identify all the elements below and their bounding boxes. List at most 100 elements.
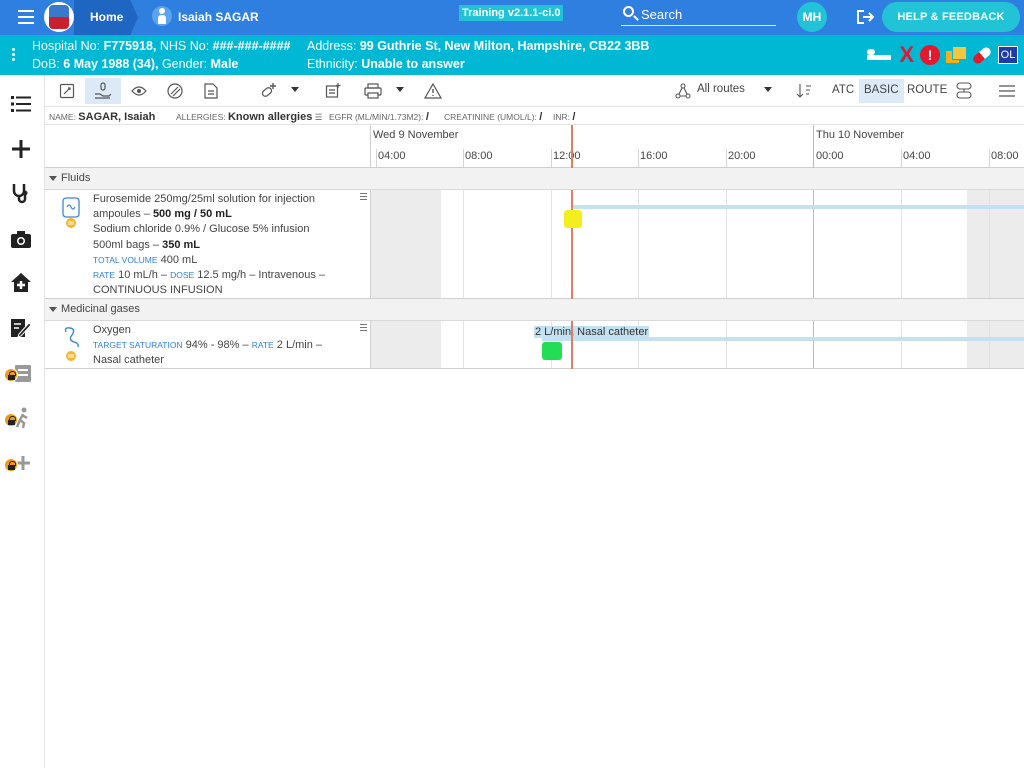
administer-toolbar-button[interactable] — [85, 78, 121, 104]
info-name: NAME: SAGAR, Isaiah — [49, 111, 156, 123]
pill-slash-icon — [167, 83, 183, 99]
row-menu-icon[interactable] — [360, 193, 367, 202]
documents-icon[interactable] — [946, 45, 967, 65]
edit-document-icon[interactable] — [9, 316, 33, 340]
routes-icon — [675, 83, 691, 99]
view-toolbar-button[interactable] — [121, 78, 157, 104]
locked-clipboard-item[interactable] — [4, 361, 33, 385]
print-button[interactable] — [355, 78, 391, 104]
hand-medication-icon — [95, 82, 112, 99]
lock-icon — [4, 413, 18, 427]
info-egfr: EGFR (ML/MIN/1.73M2): / — [329, 111, 429, 123]
current-time-line — [571, 190, 573, 299]
app-logo — [44, 2, 74, 32]
hour-label: 08:00 — [465, 150, 493, 162]
exclamation-alert-icon[interactable]: ! — [920, 45, 940, 65]
user-avatar[interactable]: MH — [797, 2, 827, 32]
atc-view-toggle[interactable]: ATC — [827, 79, 859, 103]
hour-label: 00:00 — [816, 150, 844, 162]
current-time-line — [571, 125, 573, 168]
menu-icon[interactable] — [999, 85, 1015, 97]
day-label-2: Thu 10 November — [816, 129, 905, 141]
collapse-icon — [49, 307, 57, 312]
lock-icon — [4, 368, 18, 382]
main-menu-icon[interactable] — [18, 10, 34, 24]
camera-icon[interactable] — [9, 227, 33, 251]
version-badge: Training v2.1.1-ci.0 — [459, 5, 564, 21]
locked-walk-item[interactable] — [4, 406, 33, 430]
hour-label: 04:00 — [903, 150, 931, 162]
medication-details: Furosemide 250mg/25ml solution for injec… — [93, 193, 326, 297]
patient-info-strip: NAME: SAGAR, Isaiah ALLERGIES: Known all… — [45, 107, 1024, 125]
section-fluids[interactable]: Fluids — [45, 168, 1024, 190]
pill-toolbar-button[interactable] — [157, 78, 193, 104]
hour-label: 20:00 — [728, 150, 756, 162]
chart-toolbar: All routes ATC BASIC ROUTE — [45, 75, 1024, 107]
home-label: Home — [90, 10, 124, 24]
stethoscope-icon[interactable] — [9, 181, 33, 205]
medication-row-oxygen[interactable]: Oxygen TARGET SATURATION 94% - 98% – RAT… — [45, 321, 1024, 369]
nasal-cannula-icon — [64, 327, 79, 361]
collapse-icon — [49, 176, 57, 181]
breadcrumb-home[interactable]: Home — [74, 0, 138, 35]
list-icon[interactable] — [9, 92, 33, 116]
medication-row-furosemide[interactable]: Furosemide 250mg/25ml solution for injec… — [45, 190, 1024, 299]
printer-icon — [364, 83, 382, 99]
section-medicinal-gases[interactable]: Medicinal gases — [45, 299, 1024, 321]
locked-add-item[interactable] — [4, 451, 33, 475]
search-icon — [623, 6, 634, 17]
add-pill-icon — [261, 83, 276, 97]
medication-info: Oxygen TARGET SATURATION 94% - 98% – RAT… — [45, 321, 371, 368]
breadcrumb-patient[interactable]: Isaiah SAGAR — [178, 10, 259, 24]
warnings-button[interactable] — [415, 78, 451, 104]
infusion-bag-icon — [62, 197, 80, 228]
oxygen-bar-label: 2 L/min, Nasal catheter — [534, 326, 650, 338]
add-medication-dropdown-icon[interactable] — [291, 87, 299, 92]
warning-icon — [424, 83, 442, 99]
pill-icon[interactable] — [971, 45, 993, 65]
patient-ethnicity: Ethnicity: Unable to answer — [307, 57, 465, 71]
hospital-number: Hospital No: F775918, NHS No: ###-###-##… — [32, 39, 291, 53]
routes-dropdown-icon[interactable] — [764, 87, 772, 92]
print-dropdown-icon[interactable] — [396, 87, 404, 92]
row-menu-icon[interactable] — [360, 324, 367, 333]
document-icon — [204, 83, 218, 99]
cross-alert-icon[interactable]: X — [899, 44, 914, 66]
calendar-plus-icon — [325, 83, 341, 98]
search-button[interactable]: Search — [621, 4, 776, 26]
medication-details: Oxygen TARGET SATURATION 94% - 98% – RAT… — [93, 324, 323, 367]
document-toolbar-button[interactable] — [193, 78, 229, 104]
add-icon[interactable] — [9, 137, 33, 161]
hour-label: 08:00 — [991, 150, 1019, 162]
bed-icon[interactable] — [865, 46, 893, 64]
sort-icon[interactable] — [796, 83, 812, 99]
home-plus-icon[interactable] — [9, 271, 33, 295]
medication-timeline — [371, 190, 1024, 299]
info-creatinine: CREATININE (UMOL/L): / — [444, 111, 543, 123]
administration-marker[interactable] — [542, 342, 562, 360]
administration-marker[interactable] — [564, 210, 582, 228]
group-icon[interactable] — [956, 82, 972, 100]
calendar-add-button[interactable] — [315, 78, 351, 104]
banner-menu-icon[interactable] — [12, 48, 16, 63]
route-view-toggle[interactable]: ROUTE — [902, 79, 952, 103]
edit-toolbar-button[interactable] — [49, 78, 85, 104]
hour-label: 16:00 — [640, 150, 668, 162]
add-medication-button[interactable] — [251, 78, 287, 104]
routes-filter-select[interactable]: All routes — [697, 83, 745, 95]
info-allergies[interactable]: ALLERGIES: Known allergies ☰ — [176, 111, 322, 123]
hour-label: 12:00 — [553, 150, 581, 162]
infusion-duration-bar[interactable] — [571, 205, 1024, 209]
logout-icon[interactable] — [856, 10, 876, 24]
medication-info: Furosemide 250mg/25ml solution for injec… — [45, 190, 371, 298]
info-inr: INR: / — [553, 111, 576, 123]
timeline-header: Wed 9 November Thu 10 November 04:00 08:… — [45, 125, 1024, 168]
section-title: Fluids — [61, 172, 91, 184]
ol-badge[interactable]: OL — [998, 46, 1018, 64]
help-feedback-button[interactable]: HELP & FEEDBACK — [882, 2, 1020, 32]
search-label: Search — [641, 7, 683, 22]
basic-view-toggle[interactable]: BASIC — [859, 79, 904, 103]
medication-timeline: 2 L/min, Nasal catheter — [371, 321, 1024, 369]
eye-icon — [131, 86, 147, 96]
top-bar: Home Isaiah SAGAR Training v2.1.1-ci.0 S… — [0, 0, 1024, 35]
